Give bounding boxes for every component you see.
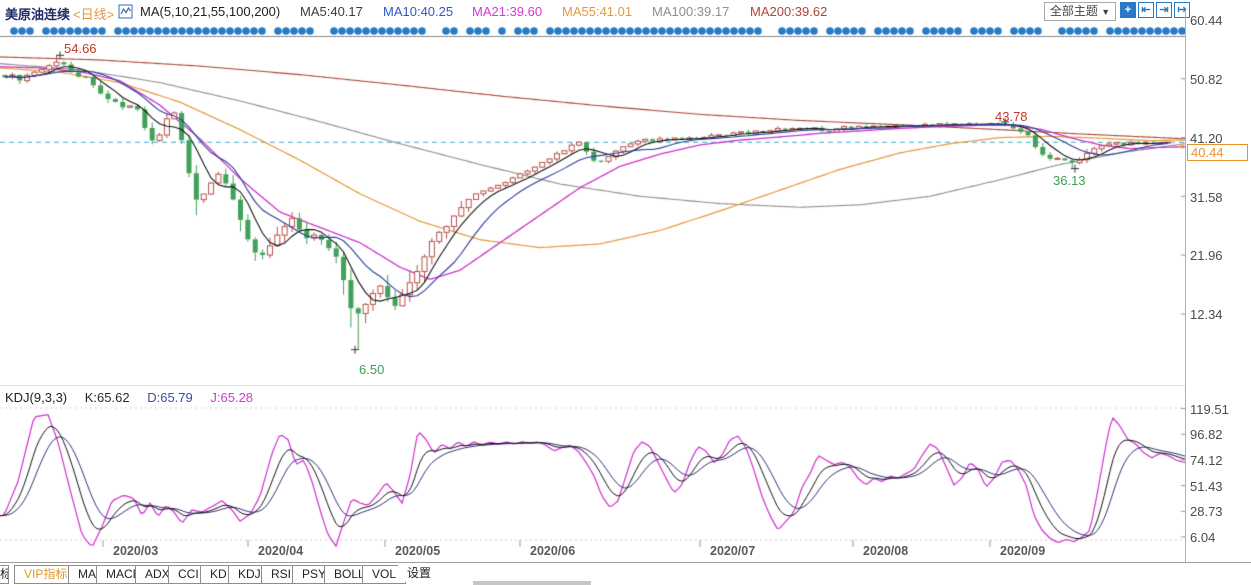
x-axis-label: 2020/08 (863, 544, 909, 558)
app-window: 美原油连续 <日线> MA(5,10,21,55,100,200) MA5:40… (0, 0, 1251, 585)
x-axis-label: 2020/06 (530, 544, 576, 558)
tab-settings[interactable]: 设置 (398, 565, 441, 582)
price-axis-label: 60.44 (1190, 13, 1223, 28)
kdj-chart-canvas[interactable] (0, 398, 1185, 554)
price-axis-label: 31.58 (1190, 190, 1223, 205)
ma5-value: MA5:40.17 (300, 4, 363, 19)
kdj-axis-label: 6.04 (1190, 530, 1216, 545)
x-axis-label: 2020/04 (258, 544, 304, 558)
pan-right-icon[interactable]: ⇥ (1156, 2, 1172, 18)
price-axis-label: 50.82 (1190, 72, 1223, 87)
axis-vline (1185, 12, 1186, 562)
chevron-down-icon: ▼ (1101, 7, 1111, 17)
kdj-d-value: D:65.79 (147, 390, 193, 405)
theme-dropdown-label: 全部主题 (1049, 4, 1098, 18)
price-axis-label: 12.34 (1190, 307, 1223, 322)
ma21-value: MA21:39.60 (472, 4, 543, 19)
kdj-axis-label: 119.51 (1190, 402, 1229, 417)
kdj-axis-label: 51.43 (1190, 479, 1223, 494)
theme-dropdown[interactable]: 全部主题 ▼ (1044, 2, 1116, 21)
price-axis-label: 21.96 (1190, 248, 1223, 263)
kdj-axis-label: 74.12 (1190, 453, 1223, 468)
kdj-title: KDJ(9,3,3) (5, 390, 68, 405)
kdj-axis-label: 96.82 (1190, 427, 1223, 442)
step-forward-icon[interactable]: ↦ (1174, 2, 1190, 18)
crosshair-icon[interactable]: + (1120, 2, 1136, 18)
ma200-value: MA200:39.62 (750, 4, 828, 19)
period-label: <日线> (73, 7, 115, 22)
price-chart-canvas[interactable] (0, 26, 1185, 388)
panel-divider (0, 385, 1185, 386)
x-axis-label: 2020/05 (395, 544, 441, 558)
kdj-k-value: K:65.62 (84, 390, 130, 405)
x-axis-label: 2020/03 (113, 544, 159, 558)
low-marker-label: 6.50 (359, 362, 385, 377)
last-price-tag: 40.44 (1187, 144, 1248, 161)
toolbar-tab-partial[interactable]: 标 (0, 565, 9, 584)
indicator-toolbar: 标 VIP指标 MA MACD ADX CCI KD KDJ RSI PSY B… (0, 562, 1251, 585)
x-axis-label: 2020/07 (710, 544, 756, 558)
low-marker-label: 36.13 (1053, 173, 1086, 188)
ma10-value: MA10:40.25 (383, 4, 454, 19)
kdj-header: KDJ(9,3,3) K:65.62 D:65.79 J:65.28 (5, 390, 267, 405)
ma55-value: MA55:41.01 (562, 4, 633, 19)
ma-settings-label: MA(5,10,21,55,100,200) (140, 4, 281, 19)
fit-width-icon[interactable]: ⇤ (1138, 2, 1154, 18)
x-axis-label: 2020/09 (1000, 544, 1046, 558)
horizontal-scrollbar-thumb[interactable] (473, 581, 591, 585)
kline-chart-icon (118, 4, 133, 22)
ma100-value: MA100:39.17 (652, 4, 730, 19)
chart-header: 美原油连续 <日线> MA(5,10,21,55,100,200) MA5:40… (0, 0, 1251, 25)
price-tag-arrow-icon: ◂ (1179, 141, 1184, 151)
symbol-label: 美原油连续 (5, 7, 71, 22)
kdj-axis-label: 28.73 (1190, 504, 1223, 519)
high-marker-label: 54.66 (64, 41, 97, 56)
high-marker-label: 43.78 (995, 109, 1028, 124)
kdj-j-value: J:65.28 (210, 390, 254, 405)
